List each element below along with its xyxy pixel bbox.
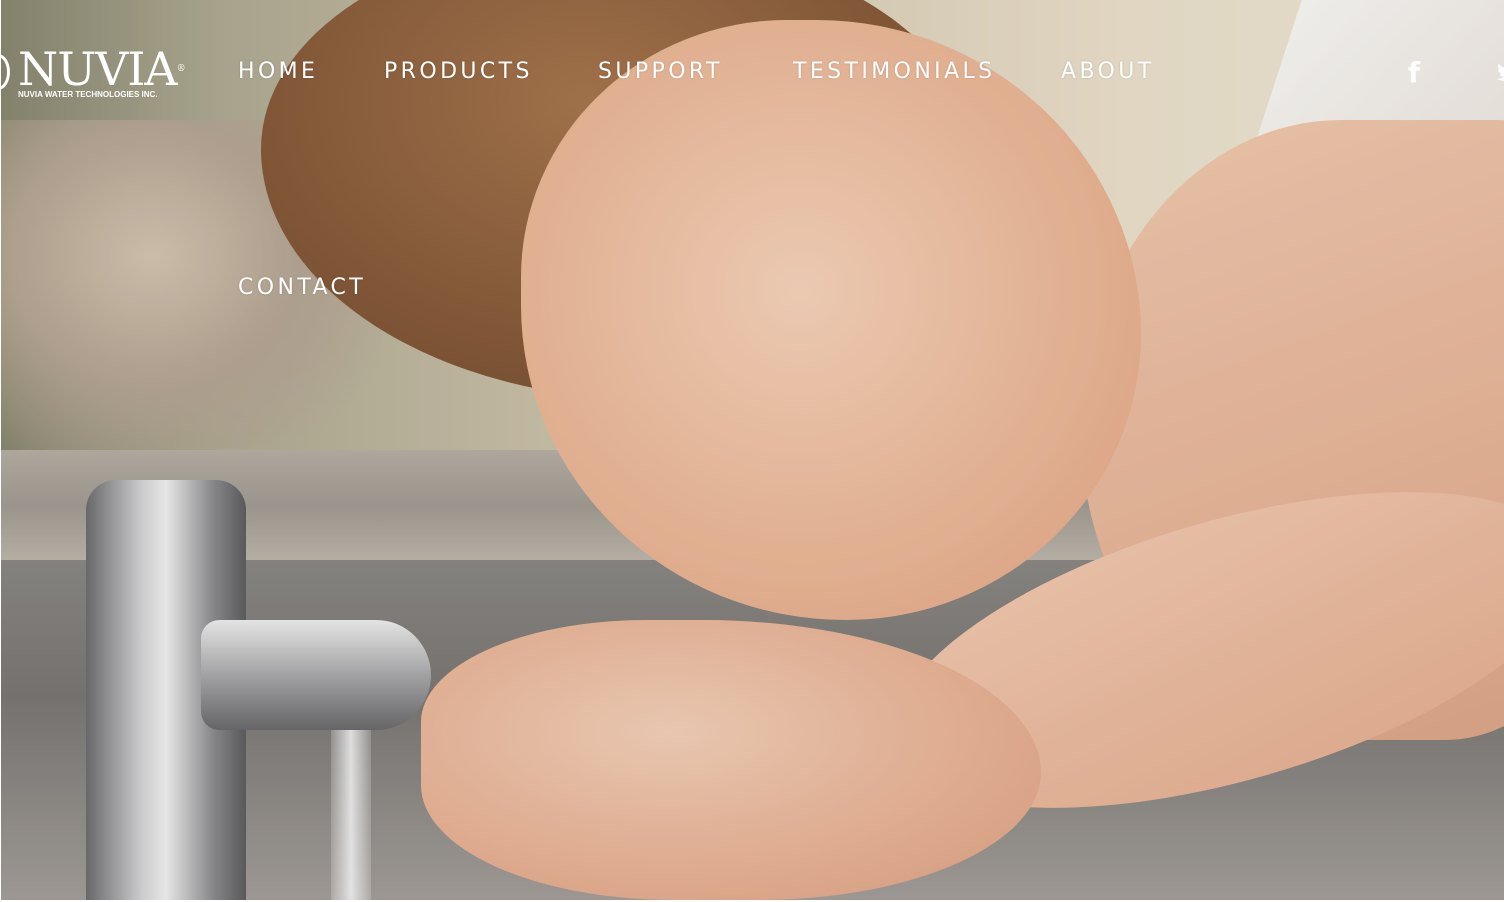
trademark-symbol: ® — [176, 64, 186, 74]
nav-item-home[interactable]: HOME — [238, 58, 318, 86]
twitter-bird-icon — [1497, 63, 1504, 81]
logo-mark-icon — [0, 54, 10, 90]
brand-tagline: NUVIA WATER TECHNOLOGIES INC. — [18, 90, 158, 99]
page: NUVIA® NUVIA WATER TECHNOLOGIES INC. HOM… — [0, 0, 1504, 902]
twitter-icon[interactable] — [1496, 62, 1504, 84]
facebook-icon[interactable]: f — [1404, 58, 1424, 88]
nav-item-about[interactable]: ABOUT — [1061, 58, 1155, 86]
hero-image — [1, 0, 1504, 900]
brand-name: NUVIA® — [18, 42, 186, 96]
nav-item-products[interactable]: PRODUCTS — [384, 58, 533, 86]
brand-logo[interactable]: NUVIA® NUVIA WATER TECHNOLOGIES INC. — [0, 44, 190, 106]
nav-item-support[interactable]: SUPPORT — [598, 58, 723, 86]
nav-item-contact[interactable]: CONTACT — [238, 274, 366, 302]
nav-item-testimonials[interactable]: TESTIMONIALS — [793, 58, 996, 86]
